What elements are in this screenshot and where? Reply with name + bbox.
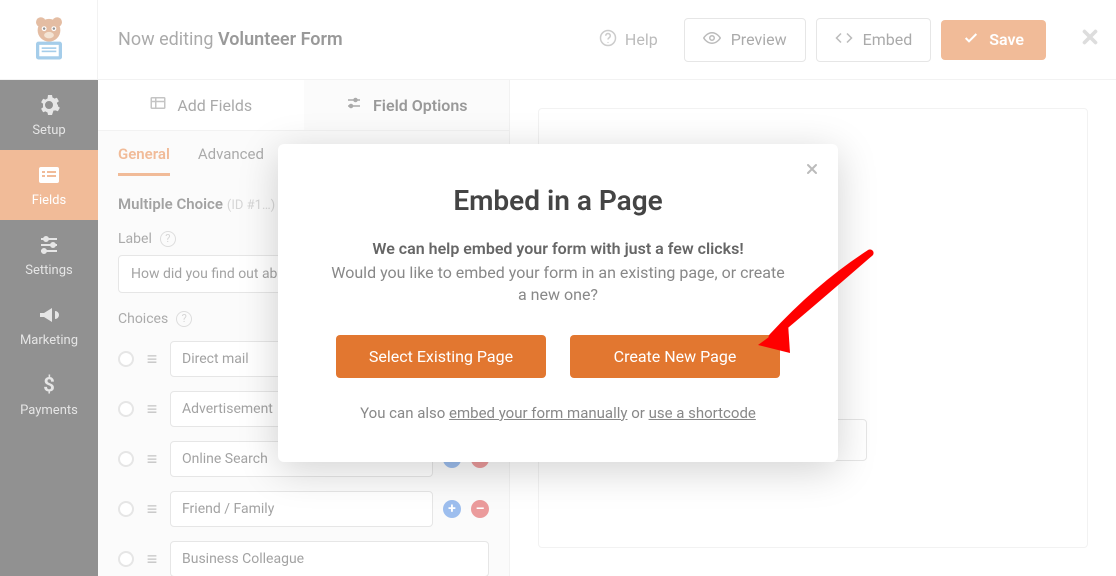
footer-prefix: You can also: [360, 404, 449, 422]
footer-or: or: [627, 404, 648, 422]
modal-footer-text: You can also embed your form manually or…: [328, 404, 788, 422]
modal-title: Embed in a Page: [328, 184, 788, 217]
select-existing-page-button[interactable]: Select Existing Page: [336, 335, 546, 378]
embed-manually-link[interactable]: embed your form manually: [449, 404, 627, 422]
modal-actions: Select Existing Page Create New Page: [328, 335, 788, 378]
create-new-page-button[interactable]: Create New Page: [570, 335, 780, 378]
modal-sub-text: Would you like to embed your form in an …: [328, 262, 788, 307]
modal-close-button[interactable]: [804, 158, 820, 182]
embed-modal: Embed in a Page We can help embed your f…: [278, 144, 838, 462]
modal-lead-text: We can help embed your form with just a …: [328, 239, 788, 258]
use-shortcode-link[interactable]: use a shortcode: [649, 404, 756, 422]
close-icon: [804, 161, 820, 177]
